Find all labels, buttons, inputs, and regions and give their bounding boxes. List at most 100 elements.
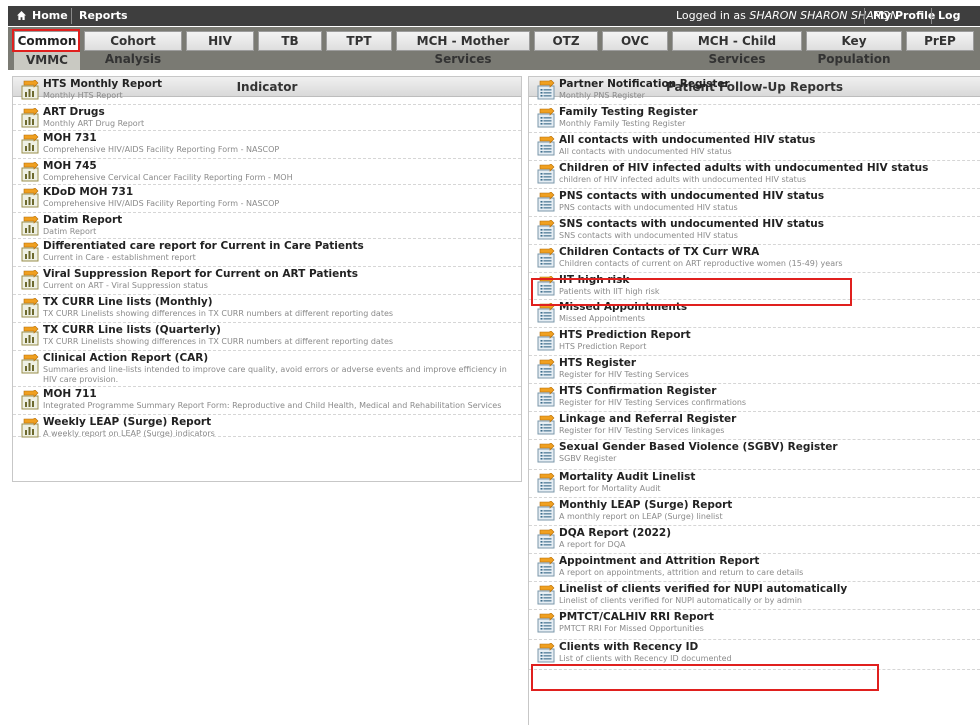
report-title[interactable]: SNS contacts with undocumented HIV statu… — [559, 218, 824, 230]
report-row[interactable]: Viral Suppression Report for Current on … — [13, 267, 521, 295]
report-row[interactable]: KDoD MOH 731 Comprehensive HIV/AIDS Facil… — [13, 185, 521, 213]
tab-key-population[interactable]: Key Population — [806, 31, 902, 66]
report-title[interactable]: IIT high risk — [559, 274, 629, 286]
report-row[interactable]: Clients with Recency ID List of clients w… — [529, 640, 980, 670]
report-title[interactable]: Appointment and Attrition Report — [559, 555, 759, 567]
report-row[interactable]: Monthly LEAP (Surge) Report A monthly rep… — [529, 498, 980, 526]
report-row[interactable]: Mortality Audit Linelist Report for Morta… — [529, 470, 980, 498]
list-report-icon — [537, 134, 555, 156]
report-title[interactable]: Children Contacts of TX Curr WRA — [559, 246, 759, 258]
divider — [931, 8, 932, 24]
report-row[interactable]: HTS Monthly Report Monthly HTS Report — [13, 77, 521, 105]
report-description: children of HIV infected adults with und… — [559, 175, 807, 184]
report-title[interactable]: Missed Appointments — [559, 301, 687, 313]
report-title[interactable]: PMTCT/CALHIV RRI Report — [559, 611, 714, 623]
report-description: Children contacts of current on ART repr… — [559, 259, 843, 268]
tab-tpt[interactable]: TPT — [326, 31, 392, 51]
report-row[interactable]: Linkage and Referral Register Register fo… — [529, 412, 980, 440]
report-title[interactable]: DQA Report (2022) — [559, 527, 671, 539]
tab-vmmc[interactable]: VMMC — [14, 50, 80, 70]
report-row[interactable]: TX CURR Line lists (Monthly) TX CURR Line… — [13, 295, 521, 323]
report-row[interactable]: SNS contacts with undocumented HIV statu… — [529, 217, 980, 245]
report-row[interactable]: ART Drugs Monthly ART Drug Report — [13, 105, 521, 131]
report-title[interactable]: Datim Report — [43, 214, 122, 226]
report-title[interactable]: HTS Confirmation Register — [559, 385, 716, 397]
report-title[interactable]: Weekly LEAP (Surge) Report — [43, 416, 211, 428]
reports-link[interactable]: Reports — [79, 6, 128, 26]
list-report-icon — [537, 471, 555, 493]
report-title[interactable]: Monthly LEAP (Surge) Report — [559, 499, 732, 511]
report-row[interactable]: MOH 745 Comprehensive Cervical Cancer Fac… — [13, 159, 521, 185]
report-title[interactable]: HTS Register — [559, 357, 636, 369]
report-title[interactable]: HTS Prediction Report — [559, 329, 691, 341]
report-row[interactable]: TX CURR Line lists (Quarterly) TX CURR Li… — [13, 323, 521, 351]
report-title[interactable]: Sexual Gender Based Violence (SGBV) Regi… — [559, 441, 838, 453]
tab-common[interactable]: Common — [14, 31, 80, 51]
list-report-icon — [537, 499, 555, 521]
report-title[interactable]: All contacts with undocumented HIV statu… — [559, 134, 815, 146]
report-title[interactable]: Partner Notification Register — [559, 78, 730, 90]
logout-link[interactable]: Log Out — [938, 6, 980, 42]
tab-tb[interactable]: TB — [258, 31, 322, 51]
report-row[interactable]: Children of HIV infected adults with und… — [529, 161, 980, 189]
bar-chart-report-icon — [21, 324, 39, 346]
report-row[interactable]: Clinical Action Report (CAR) Summaries an… — [13, 351, 521, 387]
report-row[interactable]: IIT high risk Patients with IIT high risk — [529, 273, 980, 300]
report-description: All contacts with undocumented HIV statu… — [559, 147, 732, 156]
report-title[interactable]: Linelist of clients verified for NUPI au… — [559, 583, 847, 595]
report-row[interactable]: PMTCT/CALHIV RRI Report PMTCT RRI For Mis… — [529, 610, 980, 640]
report-row[interactable]: Differentiated care report for Current i… — [13, 239, 521, 267]
report-row[interactable]: HTS Prediction Report HTS Prediction Repo… — [529, 328, 980, 356]
report-row[interactable]: MOH 711 Integrated Programme Summary Repo… — [13, 387, 521, 415]
report-title[interactable]: KDoD MOH 731 — [43, 186, 133, 198]
report-title[interactable]: TX CURR Line lists (Monthly) — [43, 296, 213, 308]
bar-chart-report-icon — [21, 186, 39, 208]
report-title[interactable]: TX CURR Line lists (Quarterly) — [43, 324, 221, 336]
tab-ovc[interactable]: OVC — [602, 31, 668, 51]
my-profile-link[interactable]: My Profile — [873, 6, 935, 26]
tab-mch-child-services[interactable]: MCH - Child Services — [672, 31, 802, 66]
home-link[interactable]: Home — [32, 6, 68, 26]
tab-prep[interactable]: PrEP — [906, 31, 974, 51]
bar-chart-report-icon — [21, 214, 39, 236]
report-title[interactable]: MOH 745 — [43, 160, 97, 172]
report-row[interactable]: Datim Report Datim Report — [13, 213, 521, 239]
report-title[interactable]: Differentiated care report for Current i… — [43, 240, 364, 252]
report-row[interactable]: Sexual Gender Based Violence (SGBV) Regi… — [529, 440, 980, 470]
report-row[interactable]: MOH 731 Comprehensive HIV/AIDS Facility R… — [13, 131, 521, 159]
report-description: A report for DQA — [559, 540, 626, 549]
report-description: Comprehensive HIV/AIDS Facility Reportin… — [43, 199, 280, 208]
tab-mch-mother-services[interactable]: MCH - Mother Services — [396, 31, 530, 66]
home-icon[interactable] — [17, 6, 26, 26]
report-title[interactable]: ART Drugs — [43, 106, 105, 118]
report-row[interactable]: Appointment and Attrition Report A report… — [529, 554, 980, 582]
tab-otz[interactable]: OTZ — [534, 31, 598, 51]
report-title[interactable]: Clinical Action Report (CAR) — [43, 352, 208, 364]
report-title[interactable]: Linkage and Referral Register — [559, 413, 736, 425]
report-title[interactable]: MOH 711 — [43, 388, 97, 400]
report-row[interactable]: HTS Register Register for HIV Testing Ser… — [529, 356, 980, 384]
report-row[interactable]: Weekly LEAP (Surge) Report A weekly repor… — [13, 415, 521, 438]
report-row[interactable]: Partner Notification Register Monthly PNS… — [529, 77, 980, 105]
report-row[interactable]: PNS contacts with undocumented HIV statu… — [529, 189, 980, 217]
list-report-icon — [537, 413, 555, 435]
report-title[interactable]: Family Testing Register — [559, 106, 698, 118]
list-report-icon — [537, 301, 555, 323]
report-title[interactable]: PNS contacts with undocumented HIV statu… — [559, 190, 824, 202]
report-title[interactable]: MOH 731 — [43, 132, 97, 144]
report-title[interactable]: Children of HIV infected adults with und… — [559, 162, 928, 174]
report-title[interactable]: Clients with Recency ID — [559, 641, 698, 653]
report-row[interactable]: Family Testing Register Monthly Family Te… — [529, 105, 980, 133]
report-title[interactable]: Mortality Audit Linelist — [559, 471, 695, 483]
report-row[interactable]: Missed Appointments Missed Appointments — [529, 300, 980, 328]
report-row[interactable]: DQA Report (2022) A report for DQA — [529, 526, 980, 554]
report-title[interactable]: Viral Suppression Report for Current on … — [43, 268, 358, 280]
tab-cohort-analysis[interactable]: Cohort Analysis — [84, 31, 182, 66]
report-row[interactable]: Linelist of clients verified for NUPI au… — [529, 582, 980, 610]
report-row[interactable]: Children Contacts of TX Curr WRA Children… — [529, 245, 980, 273]
report-description: Datim Report — [43, 227, 97, 236]
report-row[interactable]: All contacts with undocumented HIV statu… — [529, 133, 980, 161]
report-row[interactable]: HTS Confirmation Register Register for HI… — [529, 384, 980, 412]
report-title[interactable]: HTS Monthly Report — [43, 78, 162, 90]
tab-hiv[interactable]: HIV — [186, 31, 254, 51]
